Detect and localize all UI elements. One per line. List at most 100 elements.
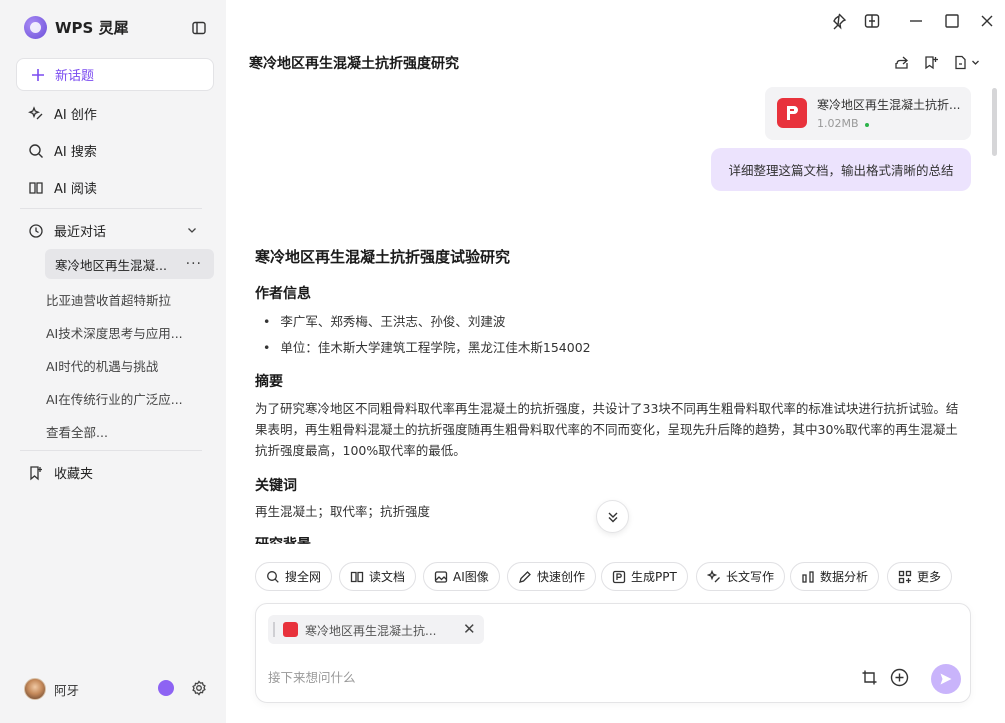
add-to-favorites-icon[interactable] <box>924 55 939 70</box>
tool-label: AI图像 <box>453 570 489 584</box>
tool-label: 快速创作 <box>537 570 586 584</box>
history-item-label: 寒冷地区再生混凝... <box>55 257 167 273</box>
chevron-down-icon[interactable] <box>186 224 198 236</box>
tool-label: 更多 <box>917 570 942 584</box>
bullet-item: 单位：佳木斯大学建筑工程学院，黑龙江佳木斯154002 <box>263 337 983 356</box>
pen-icon <box>519 570 531 583</box>
section-heading: 研究背景 <box>255 536 335 544</box>
attachment-name: 寒冷地区再生混凝土抗... <box>305 624 437 638</box>
send-icon <box>940 673 952 685</box>
member-badge-icon[interactable] <box>158 680 174 696</box>
section-heading: 作者信息 <box>255 286 311 302</box>
nav-ai-search[interactable]: AI 搜索 <box>28 141 97 160</box>
tool-label: 读文档 <box>369 570 406 584</box>
bookmark-icon <box>30 465 42 480</box>
tool-generate-ppt[interactable]: 生成PPT <box>601 562 688 591</box>
section-heading: 摘要 <box>255 374 283 390</box>
divider <box>20 208 202 209</box>
wps-lingxi-logo <box>24 16 47 39</box>
clock-icon <box>29 223 43 238</box>
send-button[interactable] <box>931 664 961 694</box>
bar-chart-icon <box>802 570 814 583</box>
upload-status-dot <box>865 123 869 127</box>
window-mode-icon[interactable] <box>863 12 881 30</box>
user-message: 详细整理这篇文档，输出格式清晰的总结 <box>711 148 971 191</box>
chevron-down-icon[interactable] <box>971 55 980 70</box>
share-icon[interactable] <box>894 55 909 70</box>
screenshot-crop-icon[interactable] <box>861 669 878 686</box>
tool-label: 生成PPT <box>631 570 677 584</box>
recent-label: 最近对话 <box>54 225 107 240</box>
new-topic-button[interactable]: 新话题 <box>16 58 214 91</box>
history-item[interactable]: AI在传统行业的广泛应... <box>46 389 183 408</box>
close-icon[interactable] <box>978 12 996 30</box>
answer-title: 寒冷地区再生混凝土抗折强度试验研究 <box>255 248 511 266</box>
nav-ai-create[interactable]: AI 创作 <box>28 104 97 123</box>
user-name: 阿牙 <box>54 682 80 698</box>
section-heading-partial: 研究背景 <box>255 536 335 544</box>
brand-name: WPS 灵犀 <box>55 19 129 37</box>
tool-read-document[interactable]: 读文档 <box>339 562 417 591</box>
page-title: 寒冷地区再生混凝土抗折强度研究 <box>249 56 459 72</box>
tool-search-web[interactable]: 搜全网 <box>255 562 333 591</box>
nav-ai-read[interactable]: AI 阅读 <box>28 178 97 197</box>
book-icon <box>29 181 43 194</box>
search-icon <box>267 570 279 583</box>
tool-label: 数据分析 <box>820 570 869 584</box>
maximize-icon[interactable] <box>943 12 961 30</box>
avatar <box>24 678 46 700</box>
tool-label: 长文写作 <box>726 570 775 584</box>
tool-more[interactable]: 更多 <box>887 562 953 591</box>
sidebar-toggle-icon[interactable] <box>191 20 207 36</box>
file-size: 1.02MB <box>817 117 859 130</box>
presentation-icon <box>612 570 626 583</box>
grid-icon <box>898 570 912 583</box>
history-item-active[interactable]: 寒冷地区再生混凝... ··· <box>45 249 214 279</box>
double-chevron-down-icon <box>608 512 617 522</box>
nav-label: AI 阅读 <box>54 182 97 197</box>
sparkle-pen-icon <box>28 105 43 119</box>
history-item[interactable]: AI时代的机遇与挑战 <box>46 356 158 375</box>
chip-divider <box>273 622 275 637</box>
recent-conversations-header[interactable]: 最近对话 <box>28 221 106 240</box>
attachment-chip[interactable]: 寒冷地区再生混凝土抗... ✕ <box>268 615 484 644</box>
attached-file-card[interactable]: 寒冷地区再生混凝土抗折... 1.02MB <box>765 87 971 140</box>
tool-ai-image[interactable]: AI图像 <box>423 562 500 591</box>
composer: 寒冷地区再生混凝土抗... ✕ <box>255 603 971 703</box>
more-options-icon[interactable]: ··· <box>186 256 202 272</box>
pdf-file-icon <box>283 622 298 637</box>
plus-icon <box>32 68 44 81</box>
bullet-item: 李广军、郑秀梅、王洪志、孙俊、刘建波 <box>263 311 983 330</box>
message-input[interactable] <box>268 670 828 685</box>
favorites-label: 收藏夹 <box>54 467 94 482</box>
pin-icon[interactable] <box>829 12 847 30</box>
nav-label: AI 搜索 <box>54 145 97 160</box>
export-document-icon[interactable] <box>953 55 968 70</box>
nav-label: AI 创作 <box>54 108 97 123</box>
sidebar: WPS 灵犀 新话题 AI 创作 AI 搜索 AI 阅读 最近对话 寒冷地区再生… <box>0 0 226 723</box>
search-sparkle-icon <box>29 143 43 158</box>
view-all-link[interactable]: 查看全部... <box>46 422 108 441</box>
scroll-to-bottom-button[interactable] <box>596 500 629 533</box>
user-profile[interactable]: 阿牙 <box>24 678 79 700</box>
add-circle-icon[interactable] <box>890 668 909 687</box>
section-heading: 关键词 <box>255 478 297 494</box>
gear-icon[interactable] <box>191 680 207 696</box>
tool-data-analysis[interactable]: 数据分析 <box>790 562 880 591</box>
scrollbar[interactable] <box>992 88 997 156</box>
nav-favorites[interactable]: 收藏夹 <box>28 463 93 482</box>
pdf-file-icon <box>777 98 807 128</box>
minimize-icon[interactable] <box>907 12 925 30</box>
remove-attachment-icon[interactable]: ✕ <box>463 620 476 638</box>
history-item[interactable]: AI技术深度思考与应用... <box>46 323 183 342</box>
tool-long-writing[interactable]: 长文写作 <box>696 562 786 591</box>
history-item[interactable]: 比亚迪营收首超特斯拉 <box>46 290 171 309</box>
book-icon <box>350 571 364 582</box>
file-name: 寒冷地区再生混凝土抗折... <box>817 98 961 112</box>
new-topic-label: 新话题 <box>55 69 95 84</box>
tool-label: 搜全网 <box>285 570 322 584</box>
divider <box>20 450 202 451</box>
tool-quick-create[interactable]: 快速创作 <box>507 562 597 591</box>
brand[interactable]: WPS 灵犀 <box>24 16 129 39</box>
abstract-text: 为了研究寒冷地区不同粗骨料取代率再生混凝土的抗折强度，共设计了33块不同再生粗骨… <box>255 401 959 458</box>
